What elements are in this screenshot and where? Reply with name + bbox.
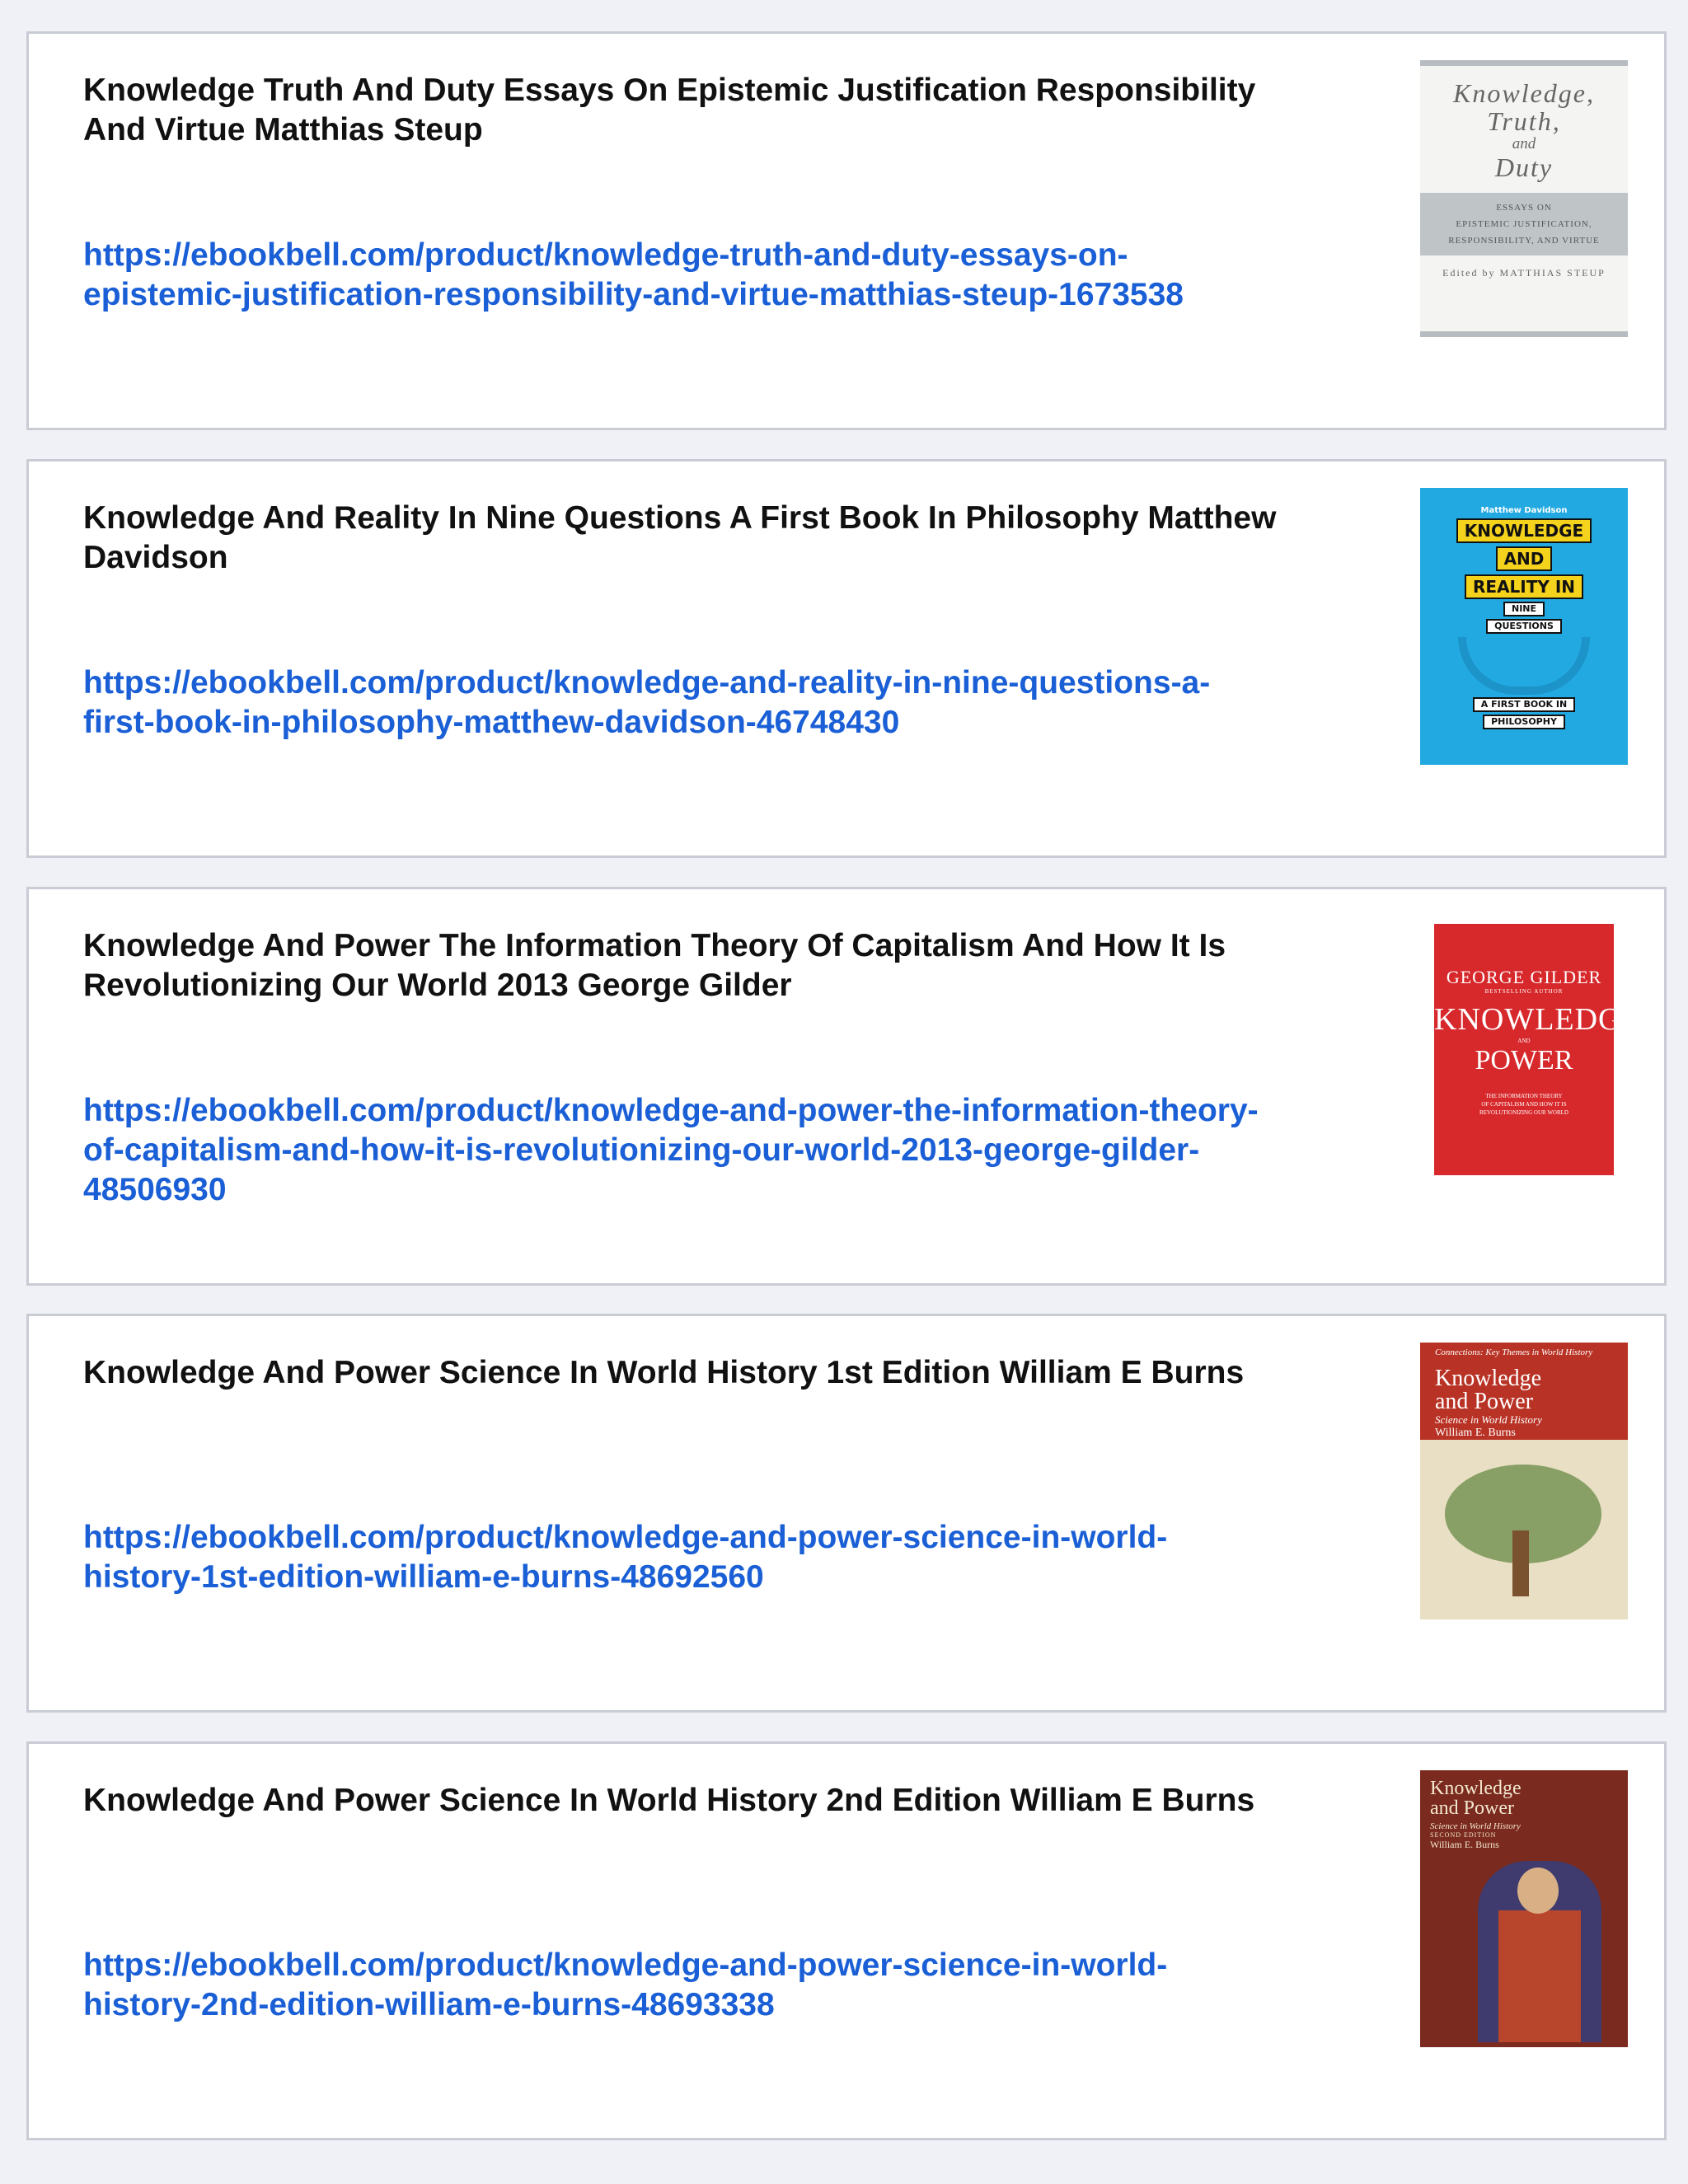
book-title: Knowledge And Reality In Nine Questions … <box>83 500 1277 575</box>
book-cover-image: Knowledge and Power Science in World His… <box>1420 1770 1628 2047</box>
cover-text: REALITY IN <box>1465 574 1583 599</box>
cover-text: Science in World History <box>1435 1413 1542 1426</box>
book-card: Knowledge And Reality In Nine Questions … <box>26 459 1667 858</box>
cover-text: EPISTEMIC JUSTIFICATION, <box>1456 219 1592 229</box>
robe-shape <box>1498 1910 1581 2042</box>
book-card: Knowledge And Power Science In World His… <box>26 1741 1667 2140</box>
cover-text: REVOLUTIONIZING OUR WORLD <box>1479 1109 1568 1116</box>
cover-text: ESSAYS ON <box>1496 203 1552 213</box>
cover-text: Knowledge <box>1435 1366 1542 1391</box>
cover-text: and <box>1512 135 1536 152</box>
cover-text: and Power <box>1435 1389 1533 1414</box>
book-card: Knowledge Truth And Duty Essays On Epist… <box>26 31 1667 430</box>
cover-text: Duty <box>1494 152 1554 182</box>
cover-text: and Power <box>1430 1797 1514 1819</box>
cover-text: A FIRST BOOK IN <box>1472 697 1576 712</box>
cover-swirl-shape <box>1458 637 1590 695</box>
cover-text: BESTSELLING AUTHOR <box>1484 988 1564 995</box>
book-card: Knowledge And Power The Information Theo… <box>26 887 1667 1286</box>
book-cover-image: Matthew Davidson KNOWLEDGE AND REALITY I… <box>1420 488 1628 765</box>
book-link[interactable]: https://ebookbell.com/product/knowledge-… <box>83 663 1270 743</box>
book-link[interactable]: https://ebookbell.com/product/knowledge-… <box>83 1091 1270 1210</box>
cover-text: AND <box>1495 546 1553 571</box>
cover-text: William E. Burns <box>1435 1427 1516 1439</box>
book-link[interactable]: https://ebookbell.com/product/knowledge-… <box>83 1518 1270 1597</box>
cover-text: OF CAPITALISM AND HOW IT IS <box>1481 1101 1567 1108</box>
cover-text: Truth, <box>1487 106 1561 136</box>
book-title: Knowledge And Power Science In World His… <box>83 1355 1245 1390</box>
book-cover-image: Connections: Key Themes in World History… <box>1420 1343 1628 1619</box>
cover-text: Connections: Key Themes in World History <box>1435 1347 1593 1357</box>
cover-text: PHILOSOPHY <box>1483 715 1565 729</box>
cover-text: RESPONSIBILITY, AND VIRTUE <box>1448 236 1600 246</box>
cover-text: Science in World History <box>1430 1821 1521 1831</box>
cover-text: QUESTIONS <box>1486 619 1562 634</box>
book-cover-image: Knowledge, Truth, and Duty ESSAYS ON EPI… <box>1420 60 1628 337</box>
book-title: Knowledge And Power The Information Theo… <box>83 928 1226 1003</box>
face-shape <box>1517 1868 1559 1914</box>
cover-text: THE INFORMATION THEORY <box>1485 1093 1563 1099</box>
cover-text: William E. Burns <box>1430 1839 1499 1850</box>
cover-band: ESSAYS ON EPISTEMIC JUSTIFICATION, RESPO… <box>1420 193 1628 255</box>
book-link[interactable]: https://ebookbell.com/product/knowledge-… <box>83 1946 1270 2025</box>
cover-text: KNOWLEDGE <box>1434 1002 1614 1037</box>
book-cover-image: GEORGE GILDER BESTSELLING AUTHOR KNOWLED… <box>1434 924 1614 1175</box>
trunk-shape <box>1512 1530 1529 1596</box>
cover-text: KNOWLEDGE <box>1456 518 1592 543</box>
cover-text: Knowledge, <box>1453 78 1595 108</box>
cover-text: NINE <box>1503 602 1545 616</box>
cover-text: GEORGE GILDER <box>1446 967 1602 987</box>
cover-text: AND <box>1517 1038 1531 1044</box>
book-card: Knowledge And Power Science In World His… <box>26 1314 1667 1713</box>
cover-text: POWER <box>1475 1045 1573 1076</box>
book-title: Knowledge Truth And Duty Essays On Epist… <box>83 73 1256 148</box>
book-link[interactable]: https://ebookbell.com/product/knowledge-… <box>83 236 1270 315</box>
cover-header: Connections: Key Themes in World History… <box>1420 1343 1628 1440</box>
cover-text: Edited by MATTHIAS STEUP <box>1442 267 1606 279</box>
cover-illustration <box>1420 1440 1628 1619</box>
cover-text: Matthew Davidson <box>1480 506 1568 515</box>
cover-text: Knowledge <box>1430 1778 1522 1799</box>
book-title: Knowledge And Power Science In World His… <box>83 1783 1255 1818</box>
cover-text: SECOND EDITION <box>1430 1831 1497 1839</box>
